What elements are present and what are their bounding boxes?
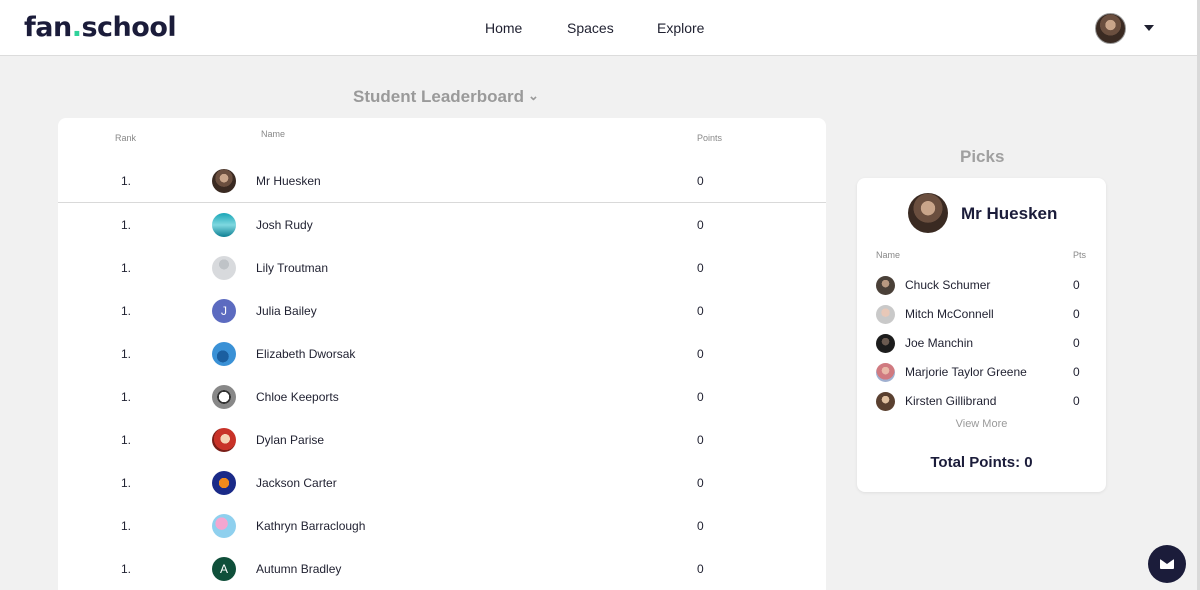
student-name[interactable]: Dylan Parise	[256, 433, 324, 447]
pick-avatar	[876, 305, 895, 324]
picks-column-name: Name	[876, 250, 901, 260]
student-avatar	[212, 213, 236, 237]
student-name[interactable]: Chloe Keeports	[256, 390, 339, 404]
student-name[interactable]: Julia Bailey	[256, 304, 317, 318]
picks-column-pts: Pts	[1073, 250, 1087, 260]
pick-name: Mitch McConnell	[905, 307, 994, 321]
view-more-link[interactable]: View More	[857, 418, 1106, 430]
leaderboard-row[interactable]: 1. Elizabeth Dworsak 0	[58, 333, 826, 376]
nav-spaces-link[interactable]: Spaces	[567, 19, 614, 37]
column-header-points: Points	[697, 133, 723, 143]
pick-name: Marjorie Taylor Greene	[905, 365, 1027, 379]
account-menu-caret-icon[interactable]	[1144, 25, 1154, 31]
student-avatar	[212, 428, 236, 452]
leaderboard-row[interactable]: 1. A Autumn Bradley 0	[58, 548, 826, 590]
leaderboard-row[interactable]: 1. Jackson Carter 0	[58, 462, 826, 505]
leaderboard-row[interactable]: 1. Chloe Keeports 0	[58, 376, 826, 419]
student-name[interactable]: Autumn Bradley	[256, 562, 341, 576]
fanschool-logo[interactable]: fan.school	[24, 11, 177, 45]
pick-item[interactable]: Joe Manchin 0	[876, 334, 1091, 354]
pick-points: 0	[1073, 278, 1080, 292]
student-points: 0	[697, 174, 704, 188]
envelope-icon	[1160, 559, 1174, 569]
row-rank: 1.	[121, 174, 132, 188]
picks-card: Mr Huesken Name Pts Chuck Schumer 0 Mitch …	[857, 178, 1106, 492]
student-avatar	[212, 514, 236, 538]
row-rank: 1.	[121, 304, 132, 318]
row-rank: 1.	[121, 218, 132, 232]
pick-name: Joe Manchin	[905, 336, 974, 350]
chevron-down-icon: ⌄	[527, 88, 539, 103]
leaderboard-selector[interactable]: Student Leaderboard ⌄	[353, 87, 539, 107]
student-points: 0	[697, 390, 704, 404]
total-points: Total Points: 0	[930, 454, 1033, 471]
pick-item[interactable]: Kirsten Gillibrand 0	[876, 392, 1091, 412]
leaderboard-row[interactable]: 1. J Julia Bailey 0	[58, 290, 826, 333]
row-rank: 1.	[121, 261, 132, 275]
student-points: 0	[697, 562, 704, 576]
message-button[interactable]	[1148, 545, 1186, 583]
nav-explore-link[interactable]: Explore	[657, 19, 704, 37]
row-rank: 1.	[121, 347, 132, 361]
leaderboard-row[interactable]: 1. Josh Rudy 0	[58, 204, 826, 247]
student-points: 0	[697, 433, 704, 447]
student-avatar	[212, 471, 236, 495]
leaderboard-title: Student Leaderboard	[353, 87, 524, 106]
column-header-rank: Rank	[115, 133, 137, 143]
pick-name: Kirsten Gillibrand	[905, 394, 997, 408]
student-name[interactable]: Josh Rudy	[256, 218, 313, 232]
student-points: 0	[697, 476, 704, 490]
column-header-name: Name	[261, 129, 286, 139]
picks-owner-name: Mr Huesken	[961, 204, 1058, 223]
student-points: 0	[697, 347, 704, 361]
row-rank: 1.	[121, 519, 132, 533]
nav-home-link[interactable]: Home	[485, 19, 522, 37]
student-name[interactable]: Jackson Carter	[256, 476, 337, 490]
pick-points: 0	[1073, 307, 1080, 321]
pick-points: 0	[1073, 336, 1080, 350]
student-points: 0	[697, 261, 704, 275]
pick-points: 0	[1073, 365, 1080, 379]
row-rank: 1.	[121, 562, 132, 576]
pick-avatar	[876, 392, 895, 411]
leaderboard-row[interactable]: 1. Dylan Parise 0	[58, 419, 826, 462]
pick-item[interactable]: Marjorie Taylor Greene 0	[876, 363, 1091, 383]
picks-owner-avatar	[908, 193, 948, 233]
student-name[interactable]: Lily Troutman	[256, 261, 328, 275]
pick-item[interactable]: Mitch McConnell 0	[876, 305, 1091, 325]
row-rank: 1.	[121, 390, 132, 404]
pick-avatar	[876, 334, 895, 353]
pick-avatar	[876, 363, 895, 382]
user-avatar[interactable]	[1095, 13, 1126, 44]
leaderboard-row[interactable]: 1. Kathryn Barraclough 0	[58, 505, 826, 548]
student-name[interactable]: Mr Huesken	[256, 174, 321, 188]
pick-item[interactable]: Chuck Schumer 0	[876, 276, 1091, 296]
student-avatar: J	[212, 299, 236, 323]
leaderboard-row[interactable]: 1. Lily Troutman 0	[58, 247, 826, 290]
student-name[interactable]: Kathryn Barraclough	[256, 519, 365, 533]
student-name[interactable]: Elizabeth Dworsak	[256, 347, 355, 361]
row-rank: 1.	[121, 476, 132, 490]
student-avatar	[212, 385, 236, 409]
student-points: 0	[697, 304, 704, 318]
student-avatar	[212, 342, 236, 366]
student-avatar	[212, 169, 236, 193]
row-rank: 1.	[121, 433, 132, 447]
student-avatar	[212, 256, 236, 280]
picks-title: Picks	[960, 147, 1005, 166]
leaderboard-table: Rank Name Points 1. Mr Huesken 0 1. Josh Rud…	[58, 118, 826, 590]
student-points: 0	[697, 218, 704, 232]
leaderboard-row[interactable]: 1. Mr Huesken 0	[58, 160, 826, 203]
pick-name: Chuck Schumer	[905, 278, 991, 292]
top-navbar: fan.school Home Spaces Explore	[0, 0, 1197, 56]
pick-avatar	[876, 276, 895, 295]
student-points: 0	[697, 519, 704, 533]
student-avatar: A	[212, 557, 236, 581]
pick-points: 0	[1073, 394, 1080, 408]
